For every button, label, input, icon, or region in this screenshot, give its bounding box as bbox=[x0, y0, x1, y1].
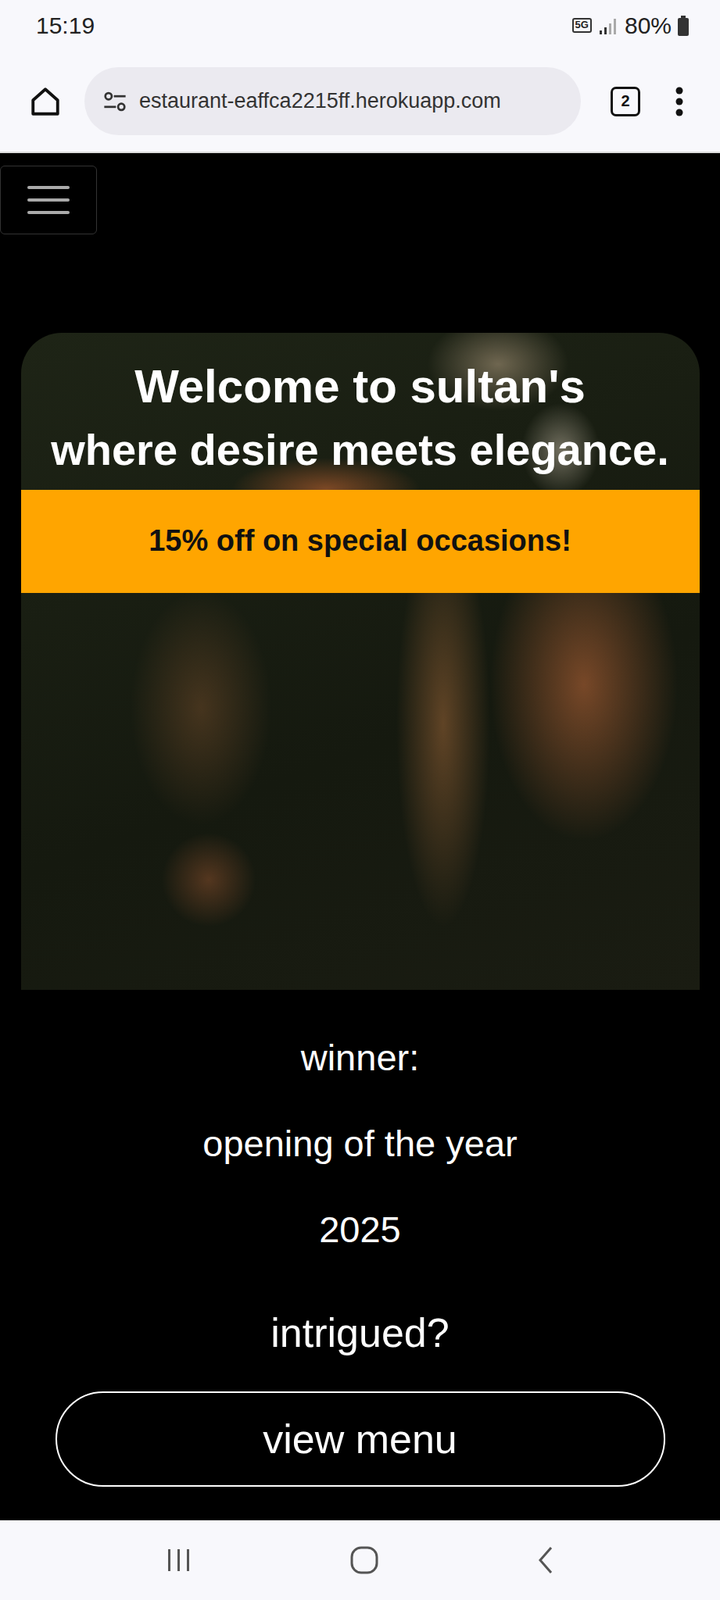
back-icon[interactable] bbox=[533, 1545, 558, 1577]
system-nav-bar bbox=[0, 1521, 720, 1600]
url-text: estaurant-eaffca2215ff.herokuapp.com bbox=[139, 89, 502, 114]
tab-count[interactable]: 2 bbox=[610, 86, 641, 117]
view-menu-button[interactable]: view menu bbox=[55, 1392, 666, 1488]
web-page: Welcome to sultan'swhere desire meets el… bbox=[0, 153, 720, 1522]
battery-level: 80% bbox=[624, 12, 672, 40]
hero-title: Welcome to sultan's bbox=[21, 356, 700, 418]
menu-line bbox=[27, 186, 70, 190]
hero-subtitle: where desire meets elegance. bbox=[21, 422, 700, 480]
phone-screen: 15:19 5G 80% estaurant-eaffca2215ff.herokua… bbox=[0, 0, 720, 1600]
status-icons: 5G 80% bbox=[572, 12, 689, 40]
award-line: opening of the year bbox=[202, 1117, 517, 1172]
more-icon bbox=[674, 85, 685, 118]
award-block: winner: opening of the year 2025 bbox=[202, 990, 517, 1258]
recent-apps-icon[interactable] bbox=[163, 1547, 195, 1576]
menu-line bbox=[27, 198, 70, 202]
browser-toolbar: estaurant-eaffca2215ff.herokuapp.com 2 bbox=[0, 50, 720, 154]
more-button[interactable] bbox=[657, 79, 702, 124]
network-badge: 5G bbox=[572, 17, 592, 33]
status-bar: 15:19 5G 80% bbox=[0, 0, 720, 51]
hero-card: Welcome to sultan'swhere desire meets el… bbox=[21, 333, 700, 991]
menu-toggle[interactable] bbox=[0, 165, 97, 235]
home-button[interactable] bbox=[23, 79, 68, 124]
home-nav-icon[interactable] bbox=[348, 1545, 380, 1577]
site-settings-icon bbox=[101, 89, 129, 114]
address-bar[interactable]: estaurant-eaffca2215ff.herokuapp.com bbox=[84, 67, 581, 136]
award-line: winner: bbox=[300, 1031, 420, 1086]
offer-banner: 15% off on special occasions! bbox=[21, 490, 700, 594]
prompt-text: intrigued? bbox=[270, 1306, 449, 1362]
signal-icon bbox=[598, 16, 619, 36]
home-icon bbox=[28, 85, 62, 119]
battery-icon bbox=[677, 15, 689, 36]
status-time: 15:19 bbox=[35, 12, 95, 40]
menu-line bbox=[27, 211, 70, 215]
award-line: 2025 bbox=[318, 1203, 402, 1258]
